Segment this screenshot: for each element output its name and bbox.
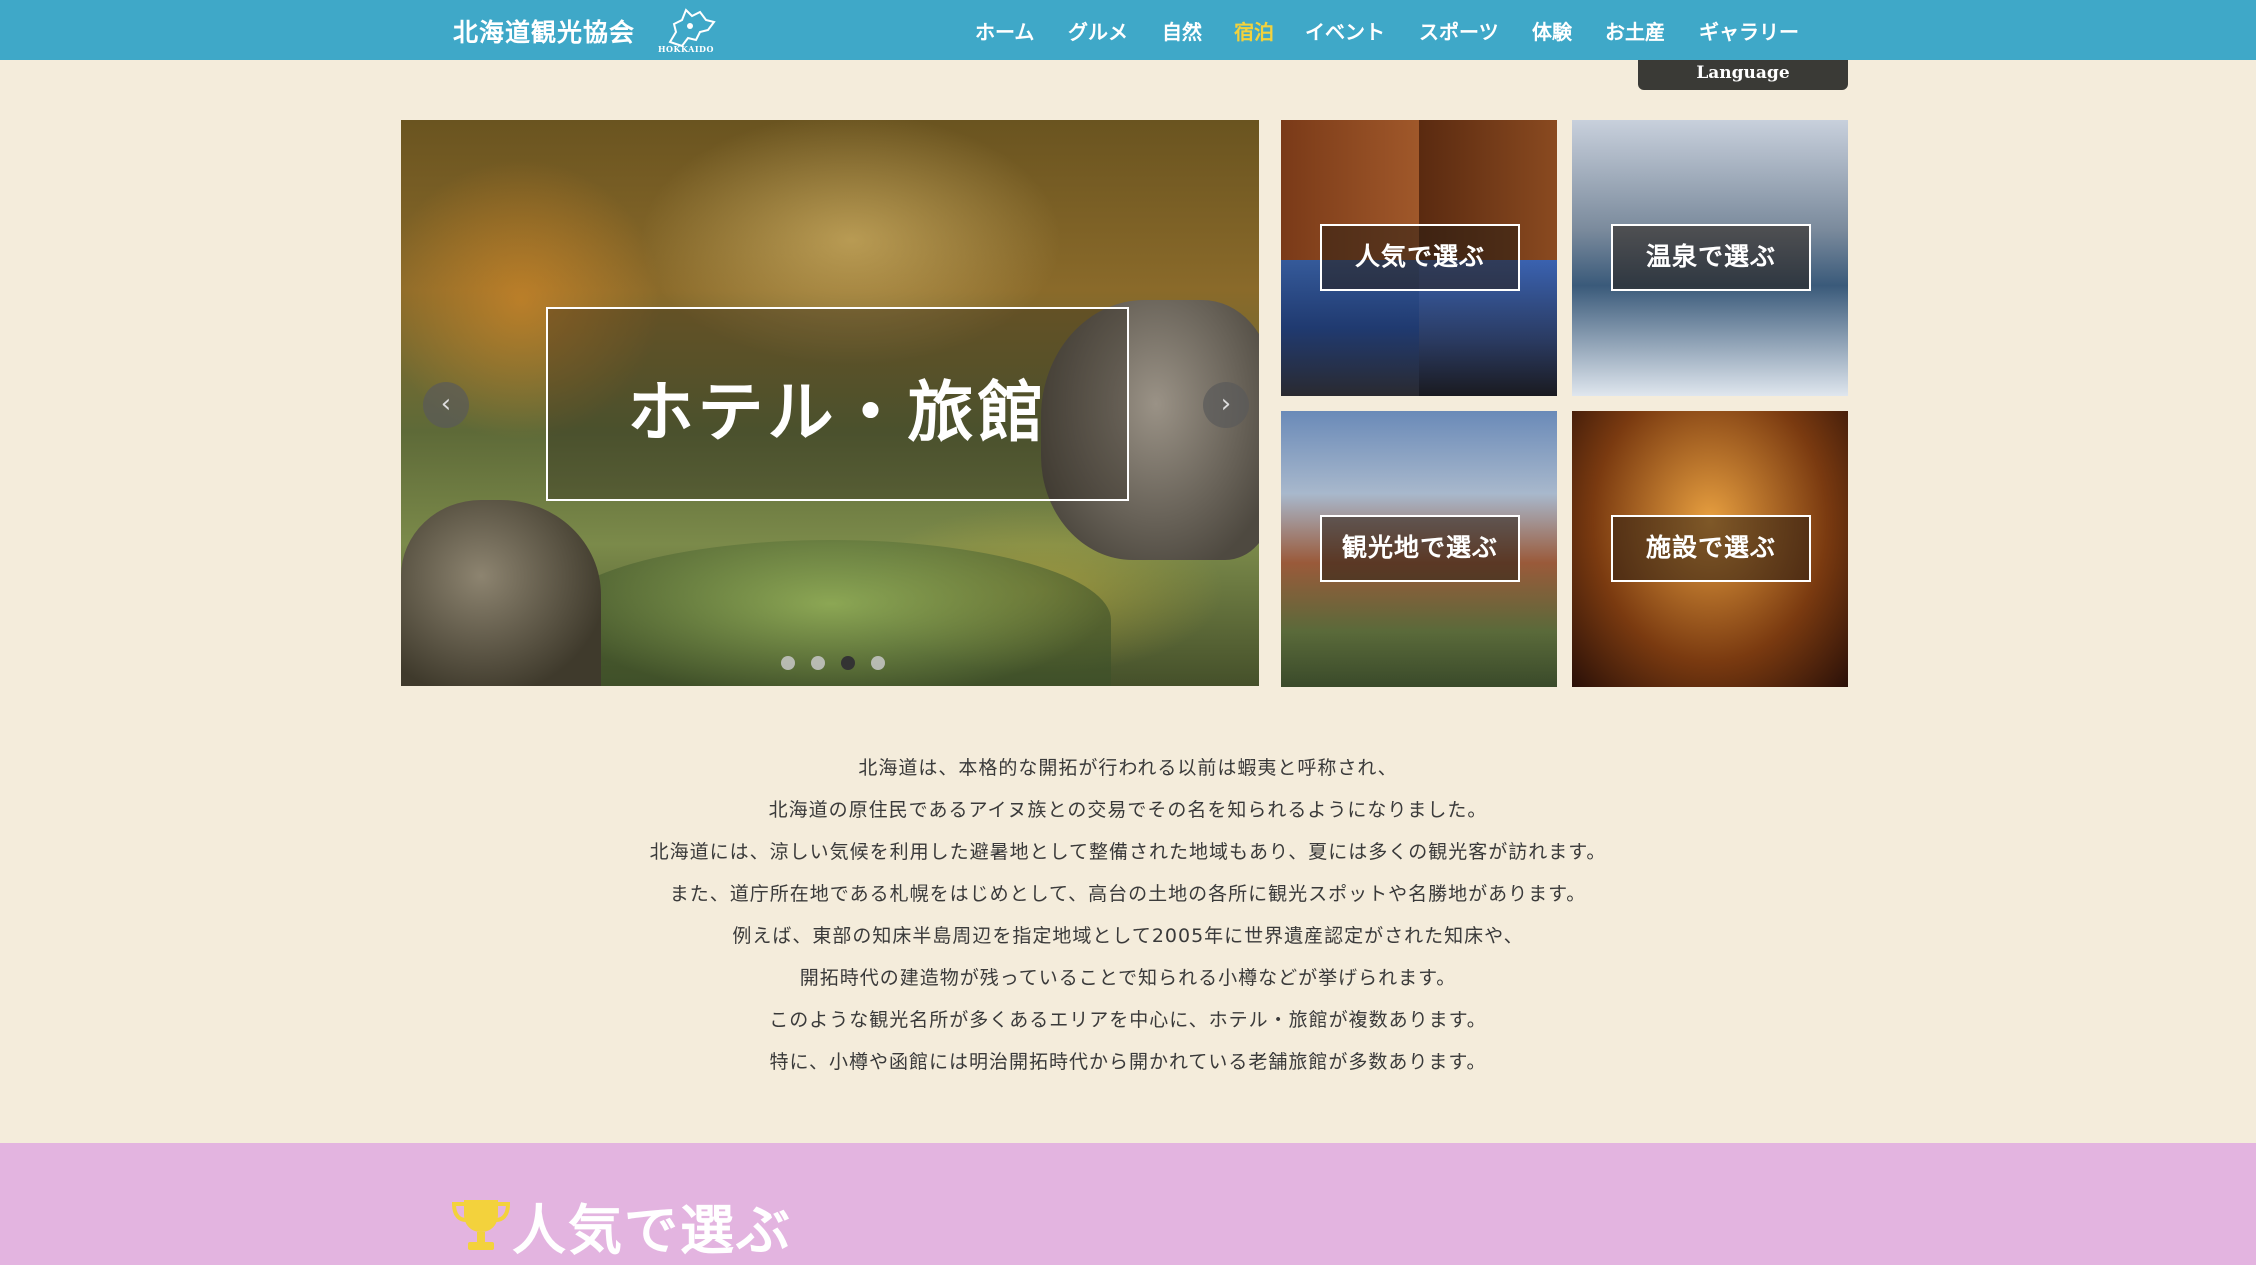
nav-item-stay[interactable]: 宿泊 — [1234, 16, 1274, 45]
tile-facilities[interactable]: 施設で選ぶ — [1572, 411, 1848, 687]
tile-label: 観光地で選ぶ — [1320, 515, 1520, 582]
trophy-icon — [451, 1200, 511, 1250]
nav-item-sports[interactable]: スポーツ — [1419, 16, 1499, 45]
nav-item-home[interactable]: ホーム — [975, 16, 1034, 45]
nav-item-gallery[interactable]: ギャラリー — [1699, 16, 1799, 45]
intro-line: 例えば、東部の知床半島周辺を指定地域として2005年に世界遺産認定がされた知床や… — [732, 925, 1524, 947]
intro-line: 北海道には、涼しい気候を利用した避暑地として整備された地域もあり、夏には多くの観… — [649, 841, 1607, 863]
intro-line: 特に、小樽や函館には明治開拓時代から開かれている老舗旅館が多数あります。 — [769, 1051, 1487, 1073]
slider-dot-active[interactable] — [841, 656, 855, 670]
hero-slider[interactable]: ホテル・旅館 ‹ › — [401, 120, 1259, 686]
intro-line: 北海道の原住民であるアイヌ族との交易でその名を知られるようになりました。 — [768, 799, 1488, 821]
nav-item-experience[interactable]: 体験 — [1532, 16, 1572, 45]
intro-line: 開拓時代の建造物が残っていることで知られる小樽などが挙げられます。 — [799, 967, 1457, 989]
hero-image-rock — [401, 500, 601, 686]
intro-line: このような観光名所が多くあるエリアを中心に、ホテル・旅館が複数あります。 — [769, 1009, 1487, 1031]
intro-line: また、道庁所在地である札幌をはじめとして、高台の土地の各所に観光スポットや名勝地… — [669, 883, 1587, 905]
top-navigation-bar: 北海道観光協会 HOKKAIDO ホーム グルメ 自然 宿泊 イベント スポーツ… — [0, 0, 2256, 60]
tile-sightseeing[interactable]: 観光地で選ぶ — [1281, 411, 1557, 687]
nav-item-nature[interactable]: 自然 — [1162, 16, 1202, 45]
hero-caption: ホテル・旅館 — [627, 374, 1048, 451]
site-title[interactable]: 北海道観光協会 — [453, 13, 635, 49]
nav-item-events[interactable]: イベント — [1305, 16, 1385, 45]
tile-label: 温泉で選ぶ — [1611, 224, 1811, 291]
tile-label: 施設で選ぶ — [1611, 515, 1811, 582]
tile-popular[interactable]: 人気で選ぶ — [1281, 120, 1557, 396]
ranking-title: 人気で選ぶ — [512, 1199, 792, 1262]
ranking-section — [0, 1143, 2256, 1265]
hero-image-water — [551, 540, 1111, 686]
next-slide-arrow-icon[interactable]: › — [1203, 382, 1249, 428]
hero-caption-box: ホテル・旅館 — [546, 307, 1129, 501]
slider-dot[interactable] — [871, 656, 885, 670]
nav-item-gourmet[interactable]: グルメ — [1068, 16, 1128, 45]
logo-text: HOKKAIDO — [658, 44, 714, 54]
prev-slide-arrow-icon[interactable]: ‹ — [423, 382, 469, 428]
tile-label: 人気で選ぶ — [1320, 224, 1520, 291]
language-button[interactable]: Language — [1638, 60, 1848, 90]
tile-onsen[interactable]: 温泉で選ぶ — [1572, 120, 1848, 396]
slider-dot[interactable] — [781, 656, 795, 670]
intro-line: 北海道は、本格的な開拓が行われる以前は蝦夷と呼称され、 — [858, 757, 1398, 779]
slider-dot[interactable] — [811, 656, 825, 670]
nav-item-souvenirs[interactable]: お土産 — [1605, 16, 1665, 45]
